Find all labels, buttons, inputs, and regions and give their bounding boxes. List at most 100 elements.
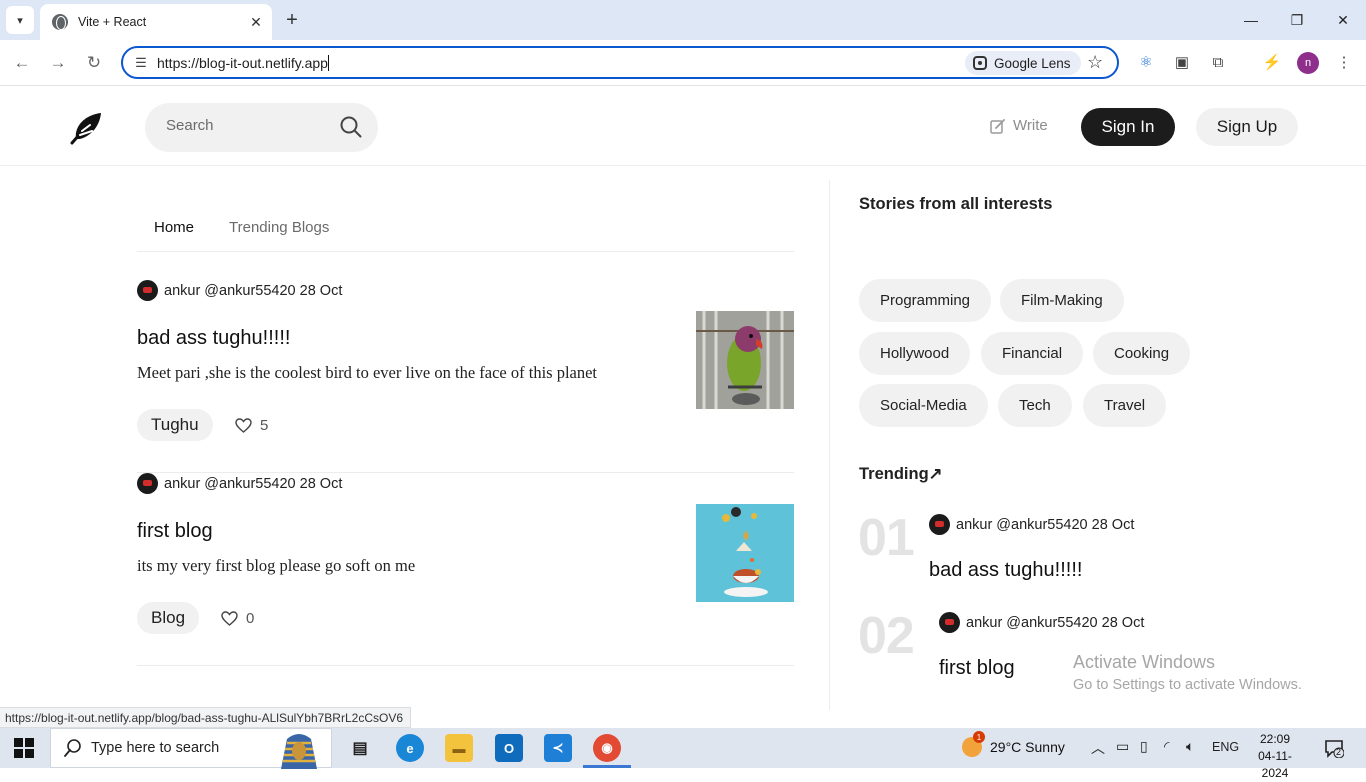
trending-author[interactable]: ankur @ankur55420 28 Oct	[929, 514, 1134, 535]
windows-start-icon[interactable]	[14, 738, 34, 758]
globe-icon	[52, 14, 68, 30]
topic-chip-tech[interactable]: Tech	[998, 384, 1072, 427]
avatar	[939, 612, 960, 633]
tab-search-chevron-icon[interactable]: ▾	[6, 6, 34, 34]
trending-post-title[interactable]: first blog	[939, 657, 1015, 680]
write-button[interactable]: Write	[990, 117, 1048, 134]
post-card[interactable]: ankur @ankur55420 28 Oct first blog its …	[137, 473, 794, 666]
site-settings-icon[interactable]: ☰	[132, 54, 150, 72]
post-likes[interactable]: 0	[221, 610, 254, 627]
topic-chip-cooking[interactable]: Cooking	[1093, 332, 1191, 375]
post-description: its my very first blog please go soft on…	[137, 556, 416, 575]
post-tag[interactable]: Tughu	[137, 409, 213, 441]
site-header: Write Sign In Sign Up	[0, 87, 1366, 166]
close-window-icon[interactable]: ✕	[1320, 6, 1366, 34]
kebab-menu-icon[interactable]: ⋮	[1334, 52, 1354, 72]
feather-logo-icon[interactable]	[66, 109, 104, 147]
minimize-icon[interactable]: —	[1228, 6, 1274, 34]
post-title[interactable]: bad ass tughu!!!!!	[137, 327, 290, 350]
tab-home[interactable]: Home	[154, 219, 194, 236]
tab-trending-blogs[interactable]: Trending Blogs	[229, 219, 329, 236]
new-tab-plus-icon[interactable]: +	[280, 8, 304, 32]
likes-count: 0	[246, 610, 255, 627]
write-label: Write	[1013, 117, 1048, 134]
react-devtools-extension-icon[interactable]: ⚛	[1136, 52, 1156, 72]
sun-icon: 1	[962, 731, 985, 757]
clock-time: 22:09	[1259, 732, 1291, 746]
sidebar-title: Stories from all interests	[859, 195, 1053, 213]
topic-chip-financial[interactable]: Financial	[981, 332, 1084, 375]
heart-icon	[221, 611, 238, 626]
avatar	[137, 473, 158, 494]
restore-icon[interactable]: ❐	[1274, 6, 1320, 34]
trending-post-title[interactable]: bad ass tughu!!!!!	[929, 559, 1082, 582]
battery-icon[interactable]: ▯	[1140, 738, 1148, 755]
notification-count: 2	[1336, 747, 1342, 757]
chrome-icon[interactable]: ◉	[583, 734, 631, 768]
trending-author-text: ankur @ankur55420 28 Oct	[956, 516, 1135, 533]
file-explorer-icon[interactable]: ▬	[445, 734, 473, 762]
search-icon[interactable]	[340, 116, 362, 138]
task-view-icon[interactable]: ▤	[346, 734, 374, 762]
bookmark-star-icon[interactable]: ☆	[1087, 52, 1103, 73]
topic-chip-film-making[interactable]: Film-Making	[1000, 279, 1124, 322]
chevron-up-icon[interactable]: ︿	[1091, 738, 1105, 758]
back-arrow-icon[interactable]: ←	[9, 50, 35, 76]
trending-title: Trending↗	[859, 465, 943, 483]
post-thumbnail-parrot[interactable]	[696, 311, 794, 409]
browser-tab-active[interactable]: Vite + React ✕	[40, 4, 272, 40]
wifi-icon[interactable]: ◜	[1164, 738, 1169, 755]
edge-browser-icon[interactable]: e	[396, 734, 424, 762]
meet-now-icon[interactable]: ▭	[1116, 738, 1129, 755]
outlook-icon[interactable]: O	[495, 734, 523, 762]
post-title[interactable]: first blog	[137, 520, 213, 543]
google-lens-button[interactable]: Google Lens	[965, 51, 1081, 75]
trending-number: 01	[858, 509, 915, 567]
post-author[interactable]: ankur @ankur55420 28 Oct	[137, 473, 342, 494]
topic-chip-hollywood[interactable]: Hollywood	[859, 332, 971, 375]
avatar	[929, 514, 950, 535]
search-icon	[64, 739, 81, 757]
notification-center-icon[interactable]: 2	[1324, 738, 1345, 759]
volume-icon[interactable]: 🔈︎	[1186, 738, 1194, 755]
search-input[interactable]	[166, 117, 336, 134]
close-tab-icon[interactable]: ✕	[244, 10, 268, 34]
topic-chip-social-media[interactable]: Social-Media	[859, 384, 988, 427]
weather-widget[interactable]: 1 29°C Sunny	[962, 731, 1065, 757]
clock-date: 04-11-2024	[1258, 749, 1292, 780]
topic-chip-travel[interactable]: Travel	[1083, 384, 1167, 427]
status-bar-link: https://blog-it-out.netlify.app/blog/bad…	[0, 707, 411, 728]
forward-arrow-icon[interactable]: →	[45, 50, 71, 76]
weather-text: 29°C Sunny	[990, 739, 1065, 755]
edit-note-icon	[990, 118, 1005, 134]
post-author-text: ankur @ankur55420 28 Oct	[164, 282, 343, 299]
profile-avatar[interactable]: n	[1297, 52, 1319, 74]
address-bar[interactable]: ☰ https://blog-it-out.netlify.app Google…	[121, 46, 1119, 79]
performance-icon[interactable]: ⚡	[1262, 52, 1282, 72]
topic-chip-programming[interactable]: Programming	[859, 279, 992, 322]
post-card[interactable]: ankur @ankur55420 28 Oct bad ass tughu!!…	[137, 280, 794, 473]
extension-icon[interactable]: ▣	[1172, 52, 1192, 72]
post-thumbnail-tea[interactable]	[696, 504, 794, 602]
sign-in-button[interactable]: Sign In	[1081, 108, 1175, 146]
activate-windows-line2: Go to Settings to activate Windows.	[1073, 677, 1302, 693]
post-tag[interactable]: Blog	[137, 602, 200, 634]
url-text[interactable]: https://blog-it-out.netlify.app	[157, 55, 329, 71]
reload-icon[interactable]: ↻	[81, 50, 107, 76]
sign-up-button[interactable]: Sign Up	[1196, 108, 1298, 146]
vscode-icon[interactable]: ≺	[544, 734, 572, 762]
sidebar-divider	[829, 180, 830, 710]
language-indicator[interactable]: ENG	[1212, 740, 1239, 754]
post-description: Meet pari ,she is the coolest bird to ev…	[137, 363, 598, 382]
post-author[interactable]: ankur @ankur55420 28 Oct	[137, 280, 342, 301]
activate-windows-line1: Activate Windows	[1073, 652, 1216, 672]
clock[interactable]: 22:09 04-11-2024	[1245, 731, 1305, 782]
search-box	[145, 103, 378, 152]
search-highlight-pharaoh-icon	[281, 734, 317, 769]
post-likes[interactable]: 5	[235, 417, 268, 434]
extensions-puzzle-icon[interactable]: ⧉	[1208, 52, 1228, 72]
trending-author[interactable]: ankur @ankur55420 28 Oct	[939, 612, 1144, 633]
feed-tabs: Home Trending Blogs	[137, 212, 794, 252]
browser-toolbar: ← → ↻ ☰ https://blog-it-out.netlify.app …	[0, 40, 1366, 86]
taskbar-search[interactable]: Type here to search	[50, 728, 332, 769]
